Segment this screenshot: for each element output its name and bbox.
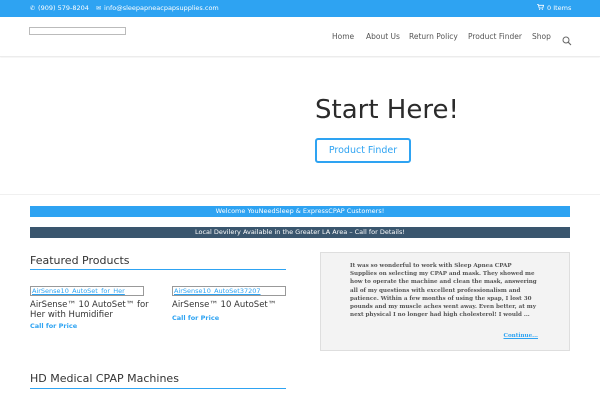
mail-icon: ✉ bbox=[96, 5, 102, 12]
nav-about-us[interactable]: About Us bbox=[366, 32, 400, 42]
testimonial-text: It was so wonderful to work with Sleep A… bbox=[350, 263, 537, 319]
cart-link[interactable]: 0 Items bbox=[537, 0, 571, 17]
product-finder-button[interactable]: Product Finder bbox=[315, 138, 411, 163]
email-contact[interactable]: ✉ info@sleepapneacpapsupplies.com bbox=[96, 0, 219, 17]
product-image-1[interactable]: AirSense10_AutoSet_for_Her bbox=[30, 286, 144, 296]
site-logo[interactable] bbox=[29, 27, 126, 35]
welcome-banner: Welcome YouNeedSleep & ExpressCPAP Custo… bbox=[30, 206, 570, 217]
product-price-1: Call for Price bbox=[30, 322, 78, 330]
hero-title: Start Here! bbox=[315, 95, 459, 125]
featured-products-title: Featured Products bbox=[30, 254, 130, 267]
nav-product-finder[interactable]: Product Finder bbox=[468, 32, 522, 42]
site-header: Home About Us Return Policy Product Find… bbox=[0, 17, 600, 57]
product-price-2: Call for Price bbox=[172, 314, 220, 322]
hero-section bbox=[0, 58, 600, 195]
nav-home[interactable]: Home bbox=[332, 32, 354, 42]
phone-contact[interactable]: ✆ (909) 579-8204 bbox=[30, 0, 89, 17]
phone-number: (909) 579-8204 bbox=[38, 4, 89, 12]
nav-shop[interactable]: Shop bbox=[532, 32, 551, 42]
continue-link[interactable]: Continue... bbox=[504, 332, 539, 340]
search-icon[interactable] bbox=[562, 31, 572, 46]
cart-icon bbox=[537, 0, 545, 17]
featured-underline bbox=[30, 269, 286, 270]
email-address: info@sleepapneacpapsupplies.com bbox=[104, 4, 219, 12]
phone-icon: ✆ bbox=[30, 5, 36, 12]
delivery-banner: Local Devilery Available in the Greater … bbox=[30, 227, 570, 238]
testimonial-box: It was so wonderful to work with Sleep A… bbox=[320, 252, 570, 351]
cart-count: 0 Items bbox=[547, 4, 572, 12]
top-bar: ✆ (909) 579-8204 ✉ info@sleepapneacpapsupp… bbox=[0, 0, 600, 17]
nav-return-policy[interactable]: Return Policy bbox=[409, 32, 458, 42]
product-name-2[interactable]: AirSense™ 10 AutoSet™ bbox=[172, 300, 287, 310]
hd-medical-underline bbox=[30, 388, 286, 389]
product-image-2[interactable]: AirSense10_AutoSet37207 bbox=[172, 286, 286, 296]
hd-medical-title: HD Medical CPAP Machines bbox=[30, 372, 179, 385]
product-name-1[interactable]: AirSense™ 10 AutoSet™ for Her with Humid… bbox=[30, 300, 155, 320]
